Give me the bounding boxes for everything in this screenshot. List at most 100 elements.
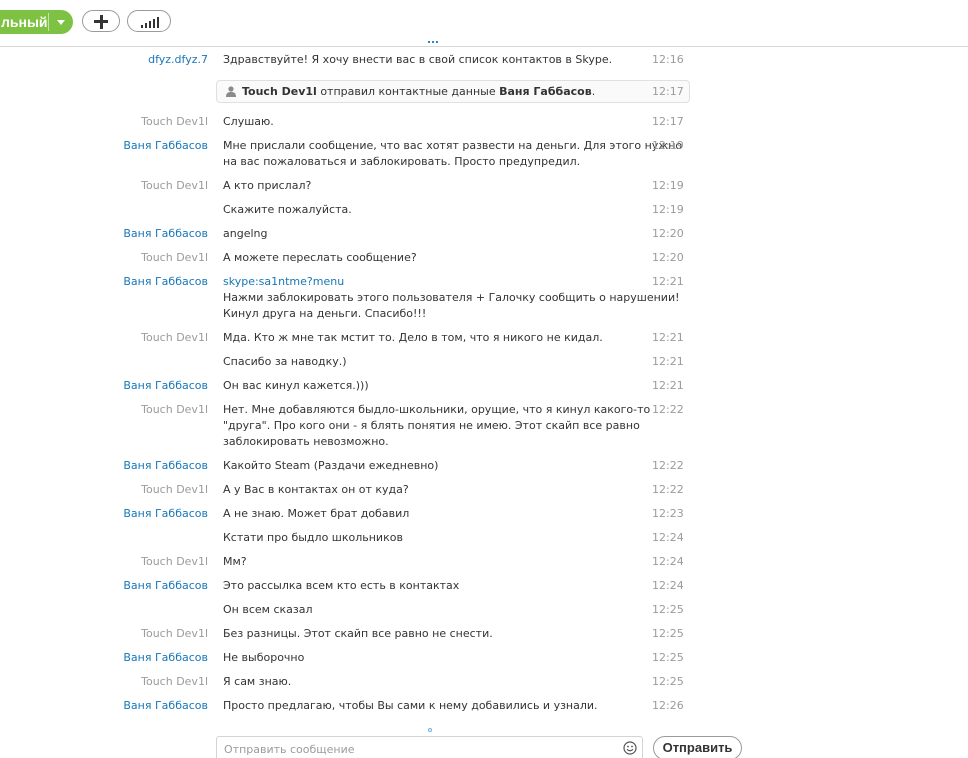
message-text: Он всем сказал xyxy=(223,602,643,618)
message-time: 12:16 xyxy=(652,53,684,66)
message-text: Мда. Кто ж мне так мстит то. Дело в том,… xyxy=(223,330,643,346)
message-line: Какойто Steam (Раздачи ежедневно) xyxy=(223,459,439,472)
message-line: Нажми заблокировать этого пользователя +… xyxy=(223,291,680,304)
message-composer[interactable] xyxy=(216,736,643,758)
message-sender[interactable]: Ваня Габбасов xyxy=(0,378,208,394)
message-text: Скажите пожалуйста. xyxy=(223,202,643,218)
message-time: 12:21 xyxy=(652,275,684,288)
message-text: А можете переслать сообщение? xyxy=(223,250,643,266)
message-line: заблокировать невозможно. xyxy=(223,435,389,448)
message-time: 12:19 xyxy=(652,203,684,216)
message-text: Без разницы. Этот скайп все равно не сне… xyxy=(223,626,643,642)
message-text: А у Вас в контактах он от куда? xyxy=(223,482,643,498)
message-sender[interactable]: Touch Dev1l xyxy=(0,402,208,418)
message-text: Мне прислали сообщение, что вас хотят ра… xyxy=(223,138,683,170)
message-line: Кстати про быдло школьников xyxy=(223,531,403,544)
message-text: Спасибо за наводку.) xyxy=(223,354,643,370)
message-sender[interactable]: Ваня Габбасов xyxy=(0,506,208,522)
message-sender[interactable]: Ваня Габбасов xyxy=(0,138,208,154)
message-sender[interactable]: Ваня Габбасов xyxy=(0,458,208,474)
message-text: Я сам знаю. xyxy=(223,674,643,690)
message-time: 12:17 xyxy=(652,115,684,128)
message-sender[interactable]: Touch Dev1l xyxy=(0,626,208,642)
chevron-down-icon[interactable] xyxy=(57,20,65,25)
send-button[interactable]: Отправить xyxy=(653,736,742,758)
message-input[interactable] xyxy=(224,741,614,757)
message-sender[interactable]: Ваня Габбасов xyxy=(0,578,208,594)
message-time: 12:20 xyxy=(652,227,684,240)
message-time: 12:24 xyxy=(652,579,684,592)
message-line: А не знаю. Может брат добавил xyxy=(223,507,410,520)
message-time: 12:23 xyxy=(652,507,684,520)
message-time: 12:21 xyxy=(652,355,684,368)
message-sender[interactable]: Touch Dev1l xyxy=(0,114,208,130)
message-sender[interactable]: Touch Dev1l xyxy=(0,250,208,266)
message-line: А у Вас в контактах он от куда? xyxy=(223,483,409,496)
emoticon-icon[interactable] xyxy=(623,741,637,755)
message-time: 12:20 xyxy=(652,251,684,264)
message-sender[interactable]: Ваня Габбасов xyxy=(0,698,208,714)
message-link[interactable]: skype:sa1ntme?menu xyxy=(223,274,643,290)
message-line: Здравствуйте! Я хочу внести вас в свой с… xyxy=(223,53,613,66)
contact-card-action: отправил контактные данные xyxy=(320,85,496,98)
message-time: 12:26 xyxy=(652,699,684,712)
message-line: Без разницы. Этот скайп все равно не сне… xyxy=(223,627,493,640)
message-text: Просто предлагаю, чтобы Вы сами к нему д… xyxy=(223,698,643,714)
message-sender[interactable]: Touch Dev1l xyxy=(0,330,208,346)
status-dropdown[interactable]: льный xyxy=(0,10,73,34)
contact-card-contact-name[interactable]: Ваня Габбасов xyxy=(499,85,592,98)
message-time: 12:19 xyxy=(652,179,684,192)
message-line: Это рассылка всем кто есть в контактах xyxy=(223,579,460,592)
typing-indicator xyxy=(428,728,432,732)
message-sender[interactable]: dfyz.dfyz.7 xyxy=(0,52,208,68)
message-sender[interactable]: Ваня Габбасов xyxy=(0,650,208,666)
message-time: 12:22 xyxy=(652,459,684,472)
message-sender[interactable]: Ваня Габбасов xyxy=(0,274,208,290)
message-text: angelng xyxy=(223,226,643,242)
message-sender[interactable]: Touch Dev1l xyxy=(0,482,208,498)
message-line: Нет. Мне добавляются быдло-школьники, ор… xyxy=(223,403,651,416)
message-line: "друга". Про кого они - я блять понятия … xyxy=(223,419,640,432)
message-text: Это рассылка всем кто есть в контактах xyxy=(223,578,643,594)
message-time: 12:17 xyxy=(652,85,684,98)
contact-card-message[interactable]: Touch Dev1l отправил контактные данные В… xyxy=(216,80,690,103)
message-line: Скажите пожалуйста. xyxy=(223,203,352,216)
message-sender[interactable]: Touch Dev1l xyxy=(0,554,208,570)
more-dots-icon[interactable] xyxy=(428,41,440,44)
message-text: Кстати про быдло школьников xyxy=(223,530,643,546)
message-sender[interactable]: Touch Dev1l xyxy=(0,178,208,194)
call-quality-button[interactable] xyxy=(127,10,171,32)
message-time: 12:22 xyxy=(652,483,684,496)
message-text: А не знаю. Может брат добавил xyxy=(223,506,643,522)
message-line: Не выборочно xyxy=(223,651,305,664)
add-button[interactable] xyxy=(82,10,120,32)
message-line: Он всем сказал xyxy=(223,603,313,616)
message-time: 12:21 xyxy=(652,379,684,392)
message-text: Мм? xyxy=(223,554,643,570)
message-time: 12:21 xyxy=(652,331,684,344)
message-sender[interactable]: Touch Dev1l xyxy=(0,674,208,690)
message-text: Какойто Steam (Раздачи ежедневно) xyxy=(223,458,643,474)
message-text: А кто прислал? xyxy=(223,178,643,194)
message-line: Я сам знаю. xyxy=(223,675,292,688)
toolbar-divider xyxy=(0,46,968,47)
status-label: льный xyxy=(1,14,48,30)
message-time: 12:19 xyxy=(652,139,684,152)
message-sender[interactable]: Ваня Габбасов xyxy=(0,226,208,242)
contact-card-sender: Touch Dev1l xyxy=(242,85,317,98)
message-text: Слушаю. xyxy=(223,114,643,130)
person-icon xyxy=(226,86,236,97)
message-time: 12:24 xyxy=(652,531,684,544)
message-text: Он вас кинул кажется.))) xyxy=(223,378,643,394)
message-line: Слушаю. xyxy=(223,115,274,128)
message-time: 12:25 xyxy=(652,627,684,640)
message-line: Мне прислали сообщение, что вас хотят ра… xyxy=(223,139,683,152)
message-line: А можете переслать сообщение? xyxy=(223,251,417,264)
message-line: angelng xyxy=(223,227,268,240)
skype-chat-window: льный dfyz.dfyz.7 Здравствуйте! Я хочу вн… xyxy=(0,0,968,758)
message-line: на вас пожаловаться и заблокировать. Про… xyxy=(223,155,581,168)
message-time: 12:22 xyxy=(652,403,684,416)
message-line: Мда. Кто ж мне так мстит то. Дело в том,… xyxy=(223,331,603,344)
message-time: 12:25 xyxy=(652,651,684,664)
message-time: 12:25 xyxy=(652,675,684,688)
